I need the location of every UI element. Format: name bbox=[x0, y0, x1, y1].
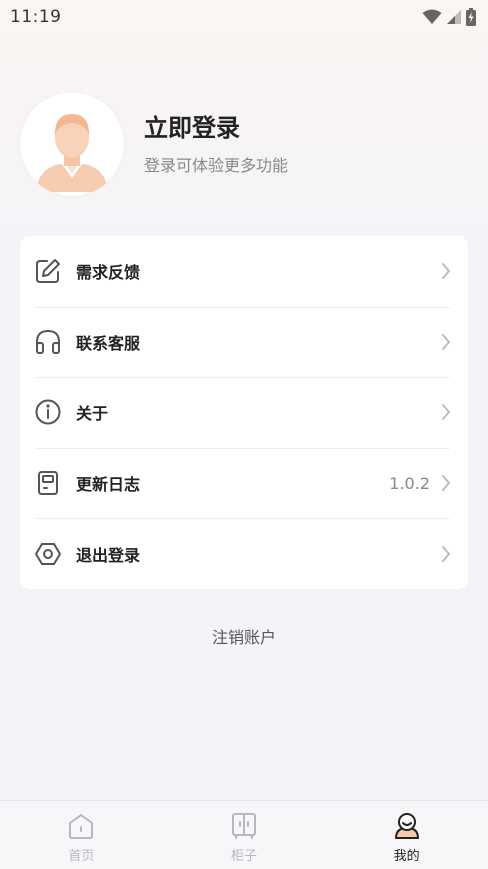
chevron-right-icon bbox=[442, 475, 450, 492]
cabinet-icon bbox=[232, 813, 256, 839]
menu-item-customer-service[interactable]: 联系客服 bbox=[20, 306, 468, 378]
user-profile-icon bbox=[394, 813, 419, 839]
chevron-right-icon bbox=[442, 404, 450, 421]
status-icons bbox=[422, 8, 476, 26]
home-icon bbox=[69, 814, 94, 839]
battery-charging-icon bbox=[466, 8, 476, 26]
status-time: 11:19 bbox=[10, 7, 62, 27]
tab-label: 我的 bbox=[393, 849, 420, 864]
bottom-tab-bar: 首页 柜子 我的 bbox=[0, 800, 488, 869]
tab-home[interactable]: 首页 bbox=[0, 801, 163, 869]
menu-item-about[interactable]: 关于 bbox=[20, 377, 468, 448]
login-title[interactable]: 立即登录 bbox=[144, 111, 288, 145]
menu-label: 更新日志 bbox=[76, 475, 141, 495]
cancel-account-link[interactable]: 注销账户 bbox=[0, 624, 488, 648]
info-icon bbox=[34, 398, 62, 426]
menu-label: 需求反馈 bbox=[76, 263, 141, 283]
default-avatar-icon bbox=[20, 92, 124, 196]
avatar[interactable] bbox=[20, 92, 124, 196]
menu-card: 需求反馈 联系客服 关于 更新日志 1.0.2 退出登录 bbox=[20, 236, 468, 589]
log-book-icon bbox=[34, 469, 62, 497]
menu-label: 退出登录 bbox=[76, 545, 141, 565]
tab-label: 首页 bbox=[68, 849, 95, 864]
signal-icon bbox=[447, 10, 461, 24]
menu-item-logout[interactable]: 退出登录 bbox=[20, 518, 468, 589]
menu-item-changelog[interactable]: 更新日志 1.0.2 bbox=[20, 447, 468, 519]
menu-label: 关于 bbox=[76, 404, 109, 424]
version-value: 1.0.2 bbox=[389, 473, 430, 493]
headphones-icon bbox=[34, 328, 62, 356]
status-bar: 11:19 bbox=[0, 0, 488, 34]
hexagon-logout-icon bbox=[34, 540, 62, 568]
edit-icon bbox=[34, 257, 62, 285]
menu-item-feedback[interactable]: 需求反馈 bbox=[20, 236, 468, 307]
wifi-icon bbox=[422, 9, 442, 24]
chevron-right-icon bbox=[442, 333, 450, 350]
login-profile[interactable]: 立即登录 登录可体验更多功能 bbox=[20, 92, 468, 196]
menu-label: 联系客服 bbox=[76, 333, 141, 353]
login-subtitle: 登录可体验更多功能 bbox=[144, 156, 289, 175]
tab-mine[interactable]: 我的 bbox=[325, 801, 488, 869]
chevron-right-icon bbox=[442, 545, 450, 562]
tab-label: 柜子 bbox=[231, 849, 258, 864]
tab-cabinet[interactable]: 柜子 bbox=[163, 801, 326, 869]
chevron-right-icon bbox=[442, 263, 450, 280]
